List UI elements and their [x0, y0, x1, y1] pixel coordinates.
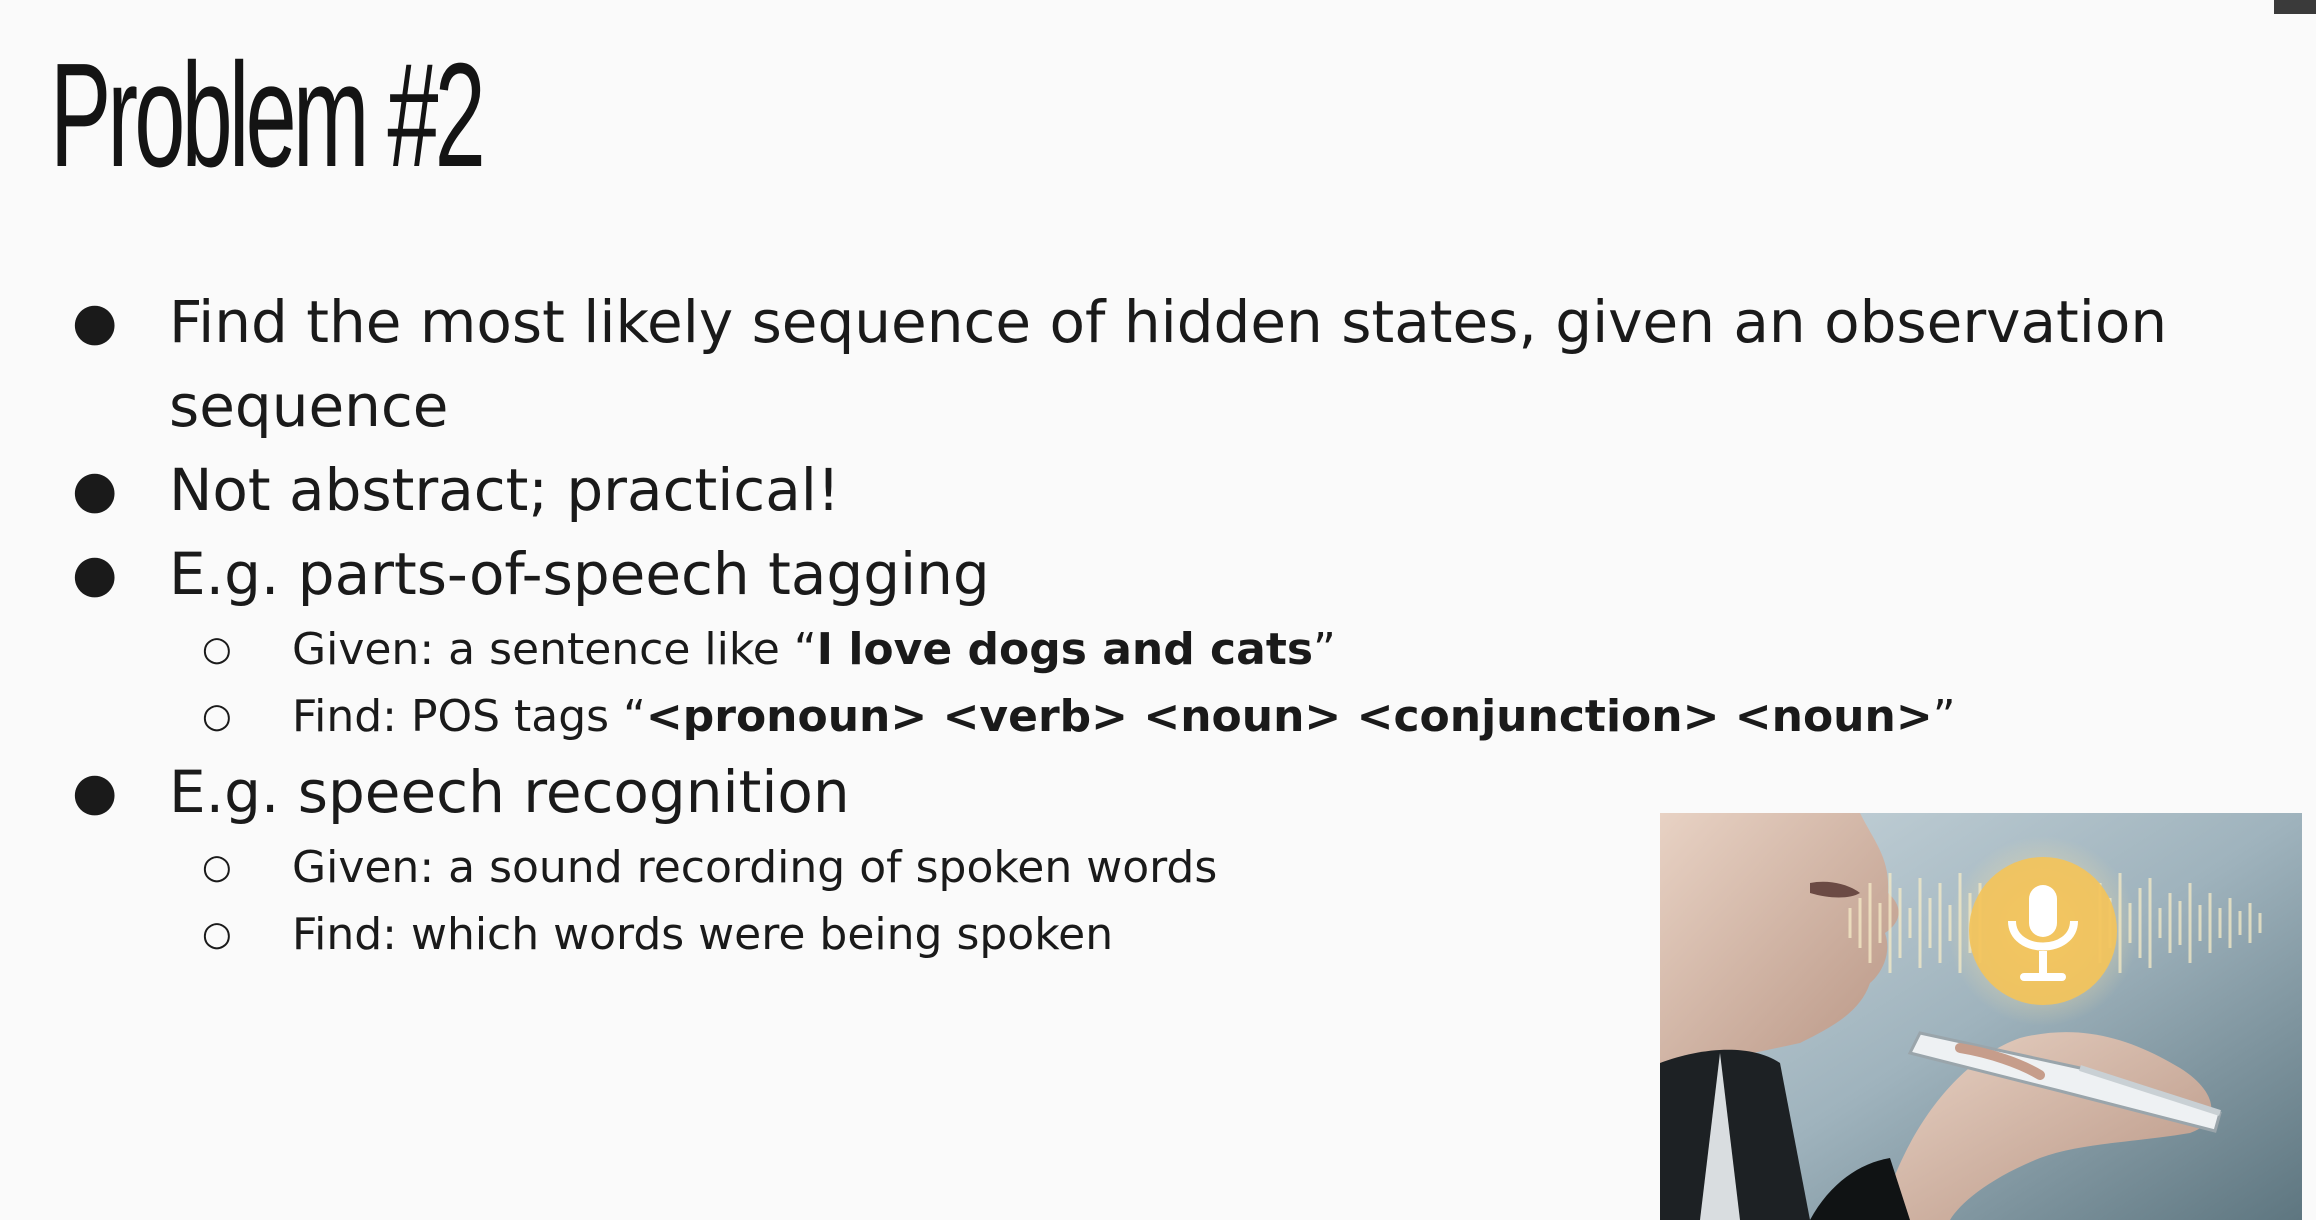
sub-bullet-suffix: ”: [1313, 624, 1336, 675]
sub-bullet-circle-icon: ○: [202, 696, 232, 736]
bullet-item: ● E.g. parts-of-speech tagging: [0, 532, 2316, 616]
sub-bullet-bold: <pronoun> <verb> <noun> <conjunction> <n…: [645, 691, 1933, 742]
sub-bullet-item: ○ Find: POS tags “<pronoun> <verb> <noun…: [0, 683, 2316, 750]
bullet-text: E.g. parts-of-speech tagging: [169, 540, 990, 608]
sub-bullet-suffix: ”: [1932, 691, 1956, 742]
sub-bullet-circle-icon: ○: [202, 629, 232, 669]
sub-bullet-prefix: Find: POS tags “: [292, 691, 646, 742]
bullet-text: Find the most likely sequence of hidden …: [169, 288, 2168, 440]
bullet-item: ● Not abstract; practical!: [0, 448, 2316, 532]
bullet-text: Not abstract; practical!: [169, 456, 841, 524]
bullet-dot-icon: ●: [72, 762, 118, 822]
sub-bullet-circle-icon: ○: [202, 847, 232, 887]
speech-recognition-photo: [1660, 813, 2302, 1220]
sub-bullet-text: Find: which words were being spoken: [292, 909, 1114, 960]
sub-bullet-prefix: Given: a sentence like “: [292, 624, 817, 675]
corner-mark: [2274, 0, 2316, 14]
bullet-dot-icon: ●: [72, 292, 118, 352]
sub-bullet-bold: I love dogs and cats: [816, 624, 1314, 675]
sub-bullet-circle-icon: ○: [202, 914, 232, 954]
slide-title: Problem #2: [50, 33, 486, 198]
bullet-dot-icon: ●: [72, 544, 118, 604]
sub-bullet-text: Given: a sound recording of spoken words: [292, 842, 1218, 893]
bullet-dot-icon: ●: [72, 460, 118, 520]
bullet-item: ● Find the most likely sequence of hidde…: [0, 280, 2316, 448]
sub-bullet-item: ○ Given: a sentence like “I love dogs an…: [0, 616, 2316, 683]
